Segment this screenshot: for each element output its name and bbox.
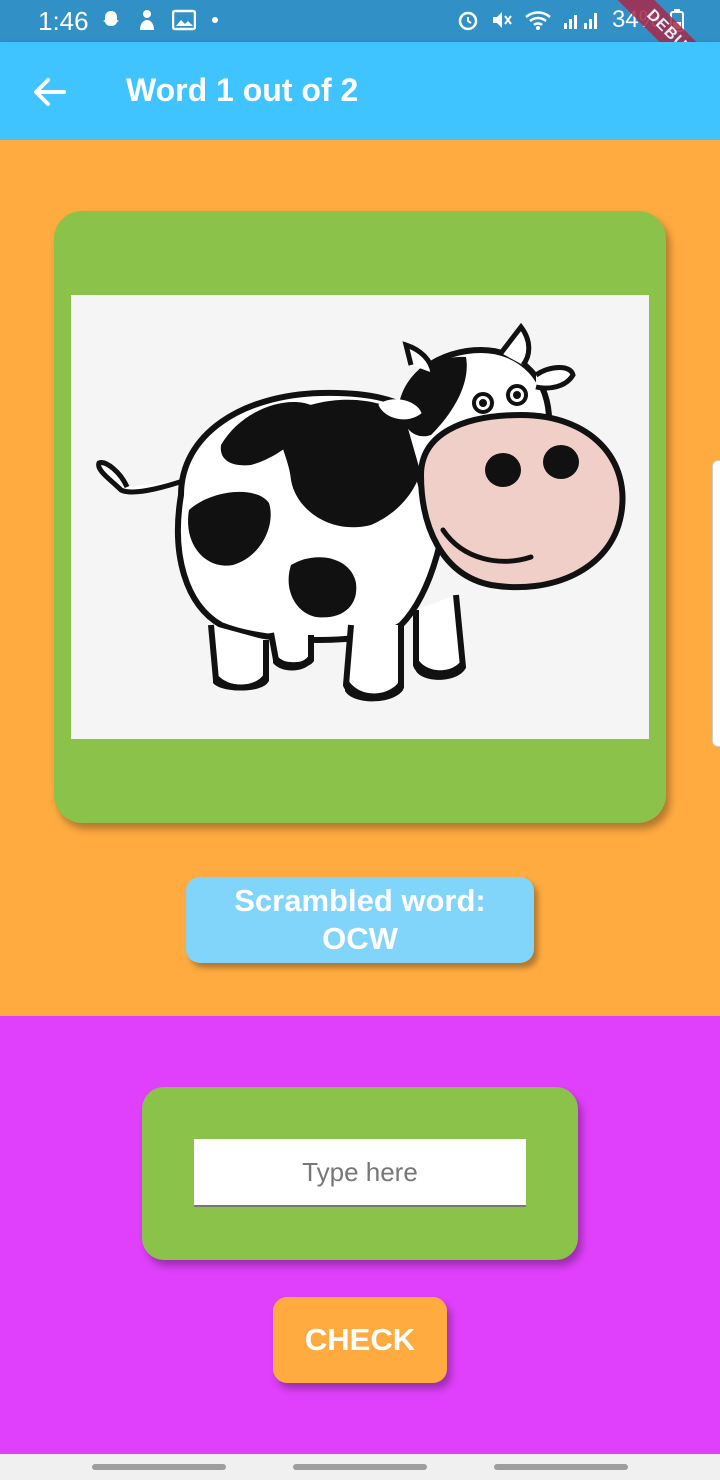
mute-icon	[492, 12, 512, 28]
status-time: 1:46	[38, 6, 89, 36]
wifi-icon	[525, 11, 551, 30]
page-title: Word 1 out of 2	[126, 72, 359, 108]
image-card	[54, 211, 666, 823]
dot-icon	[212, 17, 218, 23]
input-card	[142, 1087, 578, 1260]
arrow-back-icon	[34, 78, 66, 106]
nav-home-button[interactable]	[293, 1464, 427, 1470]
back-button[interactable]	[26, 68, 74, 116]
scrambled-word: OCW	[322, 921, 398, 956]
status-notification-icons	[100, 8, 220, 32]
scrambled-word-box: Scrambled word: OCW	[186, 877, 534, 963]
word-image	[71, 295, 649, 739]
app-bar: Word 1 out of 2	[0, 42, 720, 140]
scrambled-label: Scrambled word:	[234, 883, 486, 918]
answer-input[interactable]	[194, 1139, 526, 1207]
status-bar: 1:46 34% DEBUG	[0, 0, 720, 112]
edge-panel-handle[interactable]	[712, 460, 720, 747]
cow-illustration	[96, 322, 626, 702]
system-nav-bar	[0, 1454, 720, 1480]
alarm-icon	[458, 11, 478, 31]
notification-icon	[140, 10, 154, 30]
image-icon	[172, 9, 196, 31]
nav-recents-button[interactable]	[92, 1464, 226, 1470]
signal-icon	[563, 13, 597, 29]
check-button[interactable]: CHECK	[273, 1297, 447, 1383]
nav-back-button[interactable]	[494, 1464, 628, 1470]
snapchat-icon	[103, 11, 119, 26]
